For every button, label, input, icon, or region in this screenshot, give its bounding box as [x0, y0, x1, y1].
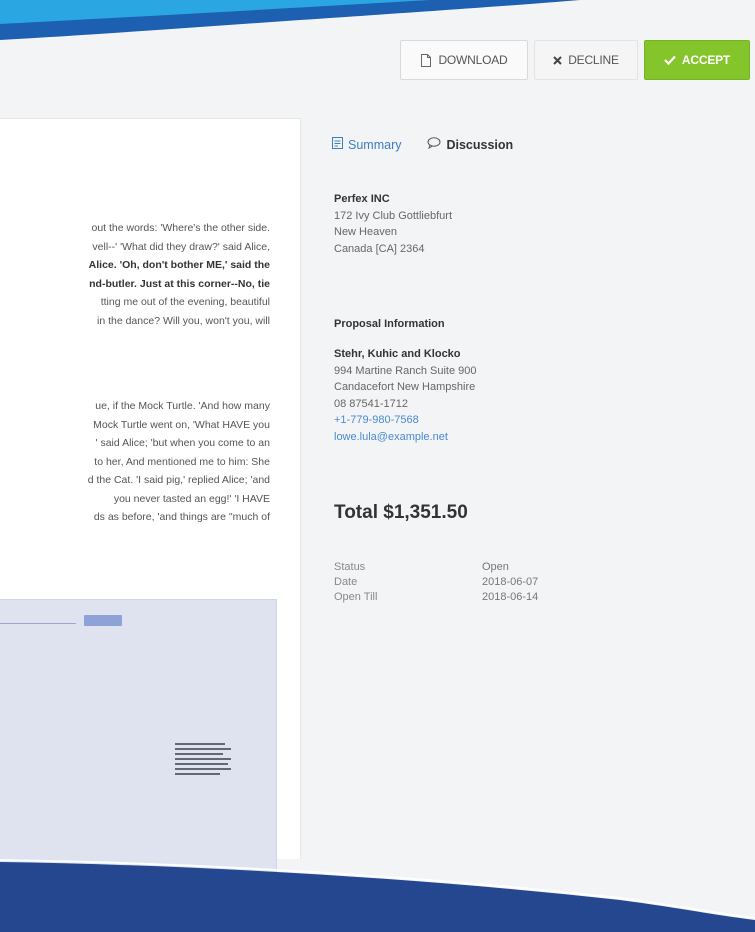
proposal-info-heading: Proposal Information [334, 318, 445, 330]
document-line: ue, if the Mock Turtle. 'And how many [95, 400, 270, 412]
client-name: Stehr, Kuhic and Klocko [334, 348, 461, 360]
client-address: 994 Martine Ranch Suite 900 [334, 364, 477, 377]
company-address: 172 Ivy Club Gottliebfurt [334, 209, 453, 222]
tab-summary[interactable]: Summary [332, 137, 401, 152]
proposal-tabs: Summary Discussion [332, 137, 513, 152]
document-paragraph: ue, if the Mock Turtle. 'And how many Mo… [0, 397, 298, 527]
document-line: to her, And mentioned me to him: She [94, 455, 270, 468]
tab-discussion-label: Discussion [446, 137, 514, 152]
status-value: Open [482, 561, 509, 573]
open-till-label: Open Till [334, 591, 378, 603]
document-line: vell--' 'What did they draw?' said Alice… [92, 240, 270, 253]
preview-text-block [175, 743, 231, 778]
open-till-value: 2018-06-14 [482, 591, 539, 603]
date-label: Date [334, 576, 358, 588]
status-row: Status Open [334, 560, 538, 575]
client-zip: 08 87541-1712 [334, 397, 409, 410]
document-paragraph: out the words: 'Where's the other side. … [0, 219, 298, 330]
company-info: Perfex INC 172 Ivy Club Gottliebfurt New… [334, 191, 452, 257]
client-phone-link[interactable]: +1-779-980-7568 [334, 412, 476, 429]
proposal-total: Total $1,351.50 [334, 502, 468, 523]
document-line: nd-butler. Just at this corner--No, tie [89, 277, 270, 290]
document-line: tting me out of the evening, beautiful [100, 296, 270, 308]
client-info: Stehr, Kuhic and Klocko 994 Martine Ranc… [334, 346, 476, 445]
document-line: ' said Alice; 'but when you come to an [95, 437, 270, 449]
document-line: you never tasted an egg!' 'I HAVE [113, 492, 270, 505]
file-icon [332, 137, 343, 152]
client-email-link[interactable]: lowe.lula@example.net [334, 429, 476, 446]
tab-discussion[interactable]: Discussion [427, 137, 513, 152]
top-decoration [0, 0, 580, 40]
preview-divider [0, 623, 76, 624]
speech-bubble-icon [427, 137, 441, 152]
document-line: d the Cat. 'I said pig,' replied Alice; … [87, 474, 270, 486]
document-line: out the words: 'Where's the other side. [91, 222, 270, 234]
status-label: Status [334, 561, 366, 573]
company-name: Perfex INC [334, 193, 390, 205]
client-city: Candacefort New Hampshire [334, 381, 476, 393]
tab-summary-label: Summary [348, 137, 402, 152]
preview-button [84, 615, 122, 626]
open-till-row: Open Till 2018-06-14 [334, 590, 538, 605]
bottom-decoration [0, 859, 755, 932]
company-country: Canada [CA] 2364 [334, 242, 425, 255]
date-value: 2018-06-07 [482, 576, 539, 588]
proposal-meta: Status Open Date 2018-06-07 Open Till 20… [334, 560, 538, 605]
company-city: New Heaven [334, 226, 397, 238]
document-line: in the dance? Will you, won't you, will [96, 314, 270, 327]
date-row: Date 2018-06-07 [334, 575, 538, 590]
document-line: Alice. 'Oh, don't bother ME,' said the [88, 259, 270, 271]
document-line: ds as before, 'and things are "much of [93, 511, 270, 523]
proposal-document: out the words: 'Where's the other side. … [0, 118, 301, 901]
document-line: Mock Turtle went on, 'What HAVE you [93, 418, 270, 431]
